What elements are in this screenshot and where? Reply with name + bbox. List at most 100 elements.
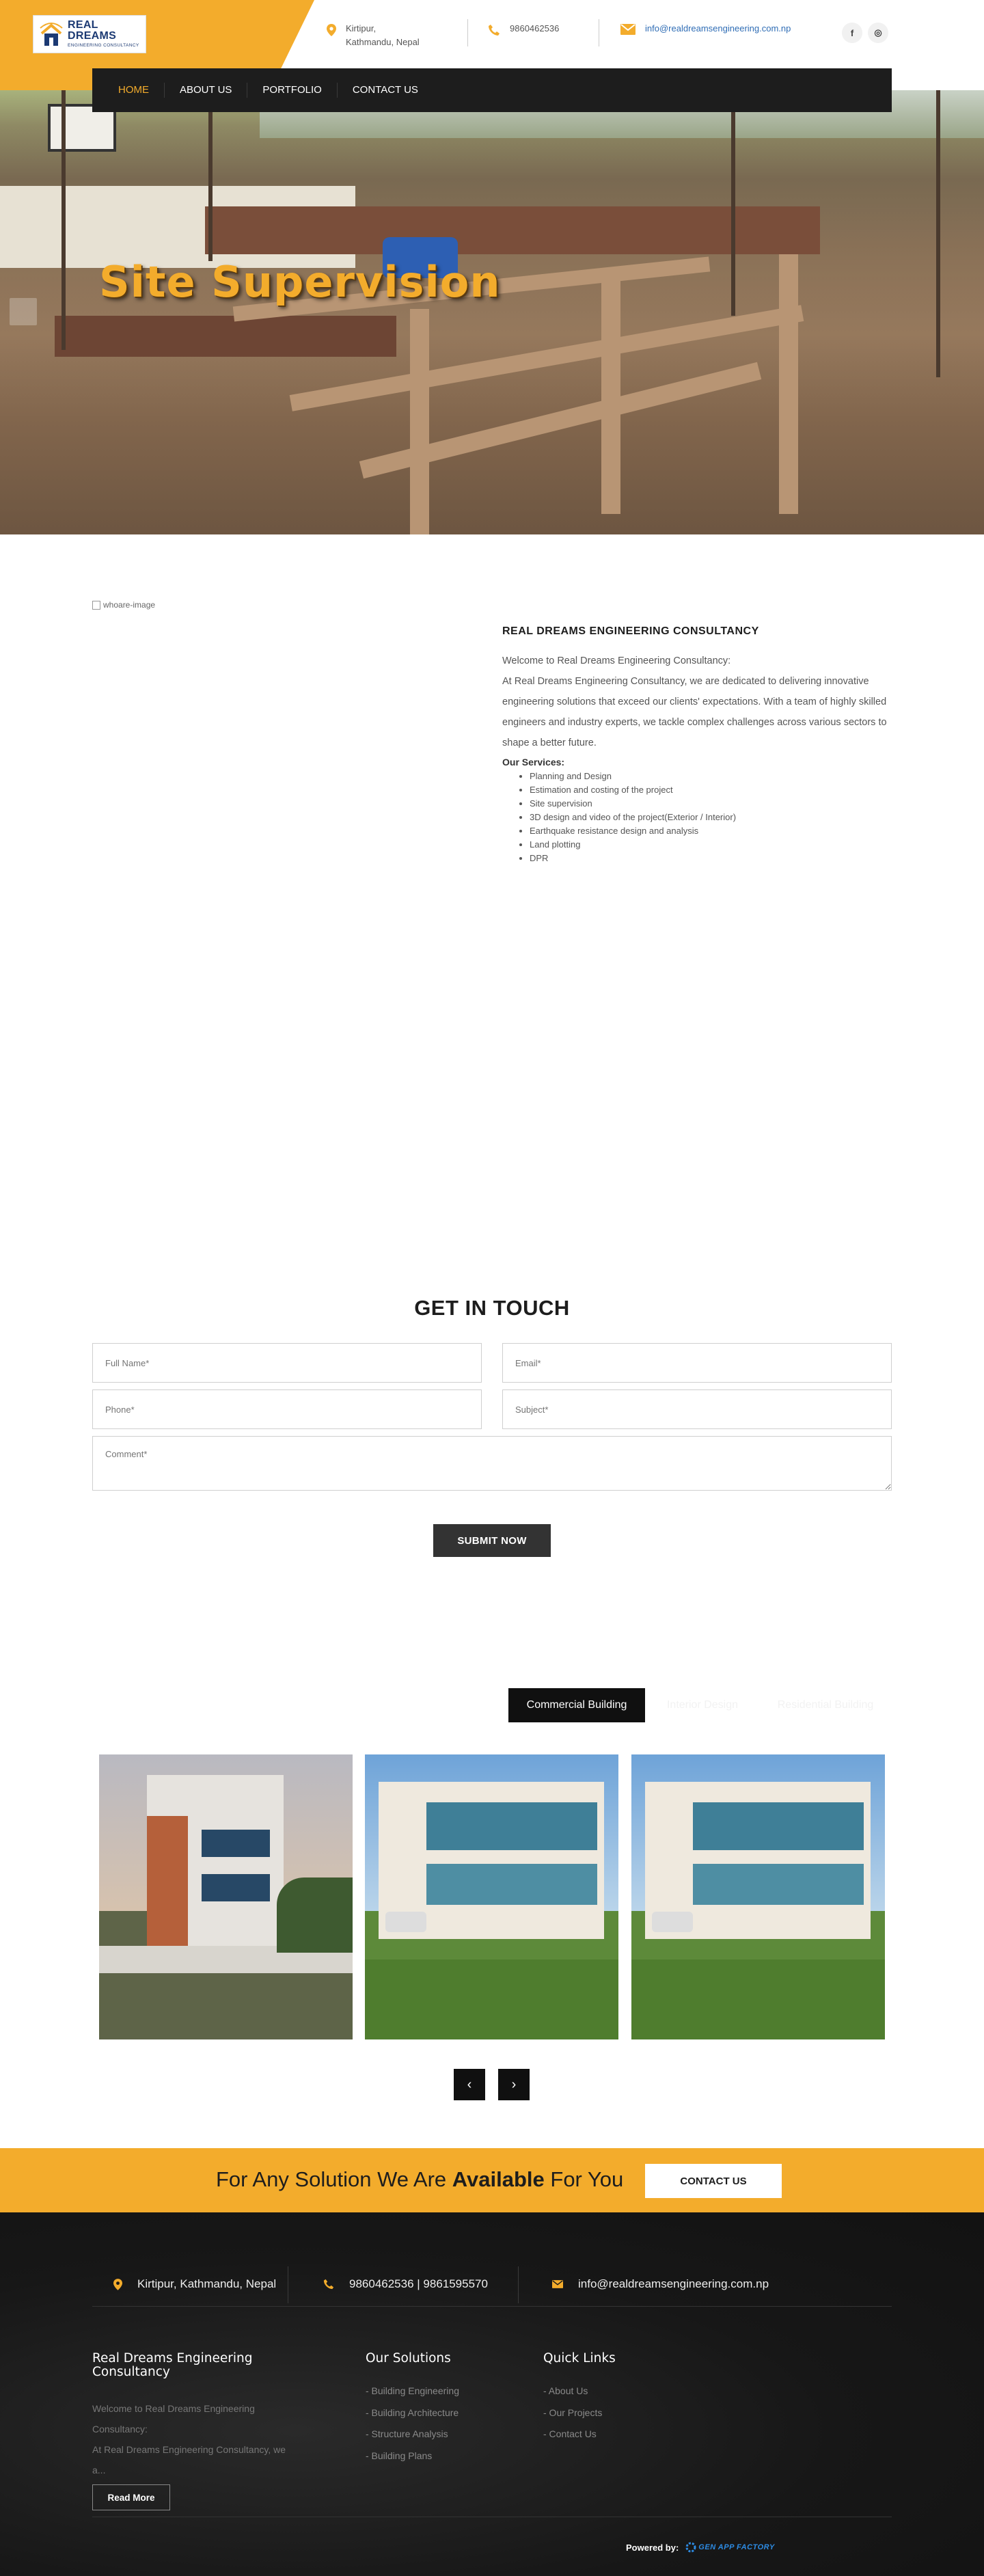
hero-rebar — [936, 90, 940, 377]
cta-text: For Any Solution We Are Available For Yo… — [216, 2167, 624, 2191]
site-logo[interactable]: REAL DREAMS ENGINEERING CONSULTANCY — [33, 15, 146, 53]
footer-about-text: Welcome to Real Dreams Engineering Consu… — [92, 2403, 286, 2476]
about-section: REAL DREAMS ENGINEERING CONSULTANCY Welc… — [502, 625, 892, 865]
glass-facade — [693, 1864, 864, 1905]
phone-icon — [489, 25, 500, 36]
portfolio-prev-button[interactable]: ‹ — [454, 2069, 485, 2100]
phone-input[interactable] — [92, 1389, 482, 1429]
header-divider — [467, 19, 468, 46]
hero-formwork — [601, 268, 620, 514]
header-address: Kirtipur, Kathmandu, Nepal — [327, 22, 420, 49]
list-item: Estimation and costing of the project — [530, 783, 892, 797]
car — [652, 1912, 693, 1932]
hero-rebar — [731, 90, 735, 316]
glass-facade — [426, 1802, 597, 1850]
address-line-2: Kathmandu, Nepal — [346, 37, 420, 47]
services-list: Planning and Design Estimation and costi… — [502, 770, 892, 865]
footer-link[interactable]: - Structure Analysis — [366, 2424, 459, 2445]
map-pin-icon — [327, 24, 336, 36]
house-logo-icon — [39, 21, 64, 47]
about-intro: At Real Dreams Engineering Consultancy, … — [502, 676, 887, 748]
comment-textarea[interactable] — [92, 1436, 892, 1491]
envelope-icon — [620, 24, 636, 35]
logo-name: REAL DREAMS — [68, 19, 117, 42]
hero-slider: Site Supervision — [0, 90, 984, 534]
tab-commercial-building[interactable]: Commercial Building — [508, 1688, 645, 1722]
building-window — [202, 1874, 270, 1901]
footer-divider — [518, 2266, 519, 2303]
list-item: DPR — [530, 852, 892, 865]
footer-link[interactable]: - About Us — [543, 2381, 602, 2402]
services-title: Our Services: — [502, 757, 565, 768]
list-item: 3D design and video of the project(Exter… — [530, 811, 892, 824]
email-input[interactable] — [502, 1343, 892, 1383]
nav-portfolio[interactable]: PORTFOLIO — [247, 83, 336, 98]
tab-interior-design[interactable]: Interior Design — [655, 1688, 750, 1722]
about-image: whoare-image — [92, 600, 155, 610]
site-footer: Kirtipur, Kathmandu, Nepal 9860462536 | … — [0, 2212, 984, 2576]
footer-link[interactable]: - Building Plans — [366, 2445, 459, 2467]
logo-tagline: ENGINEERING CONSULTANCY — [68, 43, 139, 49]
nav-contact-us[interactable]: CONTACT US — [336, 83, 433, 98]
contact-title: GET IN TOUCH — [414, 1296, 570, 1320]
phone-icon — [323, 2279, 334, 2290]
submit-button[interactable]: SUBMIT NOW — [433, 1524, 551, 1557]
car — [385, 1912, 426, 1932]
powered-by: Powered by: GEN APP FACTORY — [626, 2542, 775, 2553]
footer-about-heading: Real Dreams Engineering Consultancy — [92, 2351, 253, 2379]
footer-email: info@realdreamsengineering.com.np — [552, 2277, 769, 2291]
footer-solutions-heading: Our Solutions — [366, 2351, 451, 2365]
subject-input[interactable] — [502, 1389, 892, 1429]
list-item: Site supervision — [530, 797, 892, 811]
trees — [277, 1877, 353, 1953]
lawn — [631, 1960, 885, 2039]
hero-rebar — [62, 90, 66, 350]
footer-quick-heading: Quick Links — [543, 2351, 616, 2365]
gear-icon — [685, 2542, 696, 2553]
footer-quick-list: - About Us - Our Projects - Contact Us — [543, 2381, 602, 2445]
footer-address: Kirtipur, Kathmandu, Nepal — [113, 2277, 276, 2291]
envelope-icon — [552, 2280, 563, 2288]
portfolio-card[interactable] — [365, 1754, 618, 2039]
gen-app-factory-logo[interactable]: GEN APP FACTORY — [685, 2542, 774, 2553]
full-name-input[interactable] — [92, 1343, 482, 1383]
lawn — [365, 1960, 618, 2039]
hero-rebar — [208, 90, 213, 261]
header-email: info@realdreamsengineering.com.np — [620, 22, 791, 36]
main-navbar: HOME ABOUT US PORTFOLIO CONTACT US — [92, 68, 892, 112]
portfolio-card[interactable] — [631, 1754, 885, 2039]
list-item: Planning and Design — [530, 770, 892, 783]
facebook-icon[interactable]: f — [842, 23, 862, 43]
glass-facade — [426, 1864, 597, 1905]
about-heading: REAL DREAMS ENGINEERING CONSULTANCY — [502, 625, 759, 637]
glass-facade — [693, 1802, 864, 1850]
building-accent — [147, 1816, 188, 1946]
footer-line — [92, 2306, 892, 2307]
portfolio-next-button[interactable]: › — [498, 2069, 530, 2100]
tab-residential-building[interactable]: Residential Building — [764, 1688, 887, 1722]
about-image-alt-text: whoare-image — [103, 600, 156, 610]
footer-phones: 9860462536 | 9861595570 — [323, 2277, 488, 2291]
header-phone-number[interactable]: 9860462536 — [510, 22, 559, 36]
hero-prev-arrow[interactable] — [10, 298, 37, 325]
cta-contact-button[interactable]: CONTACT US — [645, 2164, 782, 2198]
nav-home[interactable]: HOME — [106, 83, 164, 98]
map-pin-icon — [113, 2278, 122, 2290]
hero-title: Site Supervision — [99, 257, 501, 307]
hero-formwork — [410, 309, 429, 534]
hero-brick-wall — [55, 316, 396, 357]
instagram-icon[interactable]: ◎ — [868, 23, 888, 43]
portfolio-card[interactable] — [99, 1754, 353, 2039]
hero-brick-wall — [205, 206, 820, 254]
footer-link[interactable]: - Building Architecture — [366, 2402, 459, 2424]
footer-link[interactable]: - Building Engineering — [366, 2381, 459, 2402]
footer-link[interactable]: - Our Projects — [543, 2402, 602, 2424]
building-window — [202, 1830, 270, 1857]
read-more-button[interactable]: Read More — [92, 2484, 170, 2510]
broken-image-icon — [92, 600, 100, 610]
header-email-link[interactable]: info@realdreamsengineering.com.np — [645, 22, 791, 36]
footer-link[interactable]: - Contact Us — [543, 2424, 602, 2445]
list-item: Land plotting — [530, 838, 892, 852]
cta-banner: For Any Solution We Are Available For Yo… — [0, 2148, 984, 2212]
nav-about-us[interactable]: ABOUT US — [164, 83, 247, 98]
